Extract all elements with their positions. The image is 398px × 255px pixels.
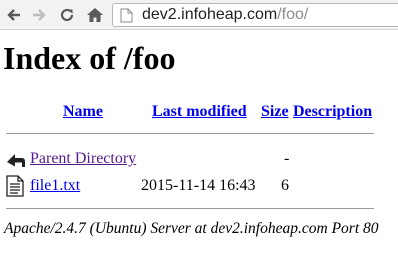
column-header-description[interactable]: Description xyxy=(293,102,372,122)
row-size: - xyxy=(284,150,290,167)
table-divider xyxy=(6,133,374,134)
column-header-last-modified[interactable]: Last modified xyxy=(152,102,247,122)
file-link[interactable]: file1.txt xyxy=(30,176,80,196)
back-folder-icon[interactable] xyxy=(5,149,27,174)
address-bar[interactable]: dev2.infoheap.com/foo/ xyxy=(112,3,398,27)
column-header-size[interactable]: Size xyxy=(261,102,289,122)
back-arrow-icon[interactable] xyxy=(4,5,24,25)
text-file-icon[interactable] xyxy=(6,175,24,202)
reload-icon[interactable] xyxy=(57,5,77,25)
column-header-name[interactable]: Name xyxy=(63,102,103,122)
footer-divider xyxy=(6,208,374,209)
server-signature: Apache/2.4.7 (Ubuntu) Server at dev2.inf… xyxy=(4,220,379,237)
parent-directory-link[interactable]: Parent Directory xyxy=(30,149,136,169)
forward-arrow-icon[interactable] xyxy=(29,5,49,25)
url-text[interactable]: dev2.infoheap.com/foo/ xyxy=(142,6,308,24)
url-path: /foo/ xyxy=(277,6,309,23)
url-host: dev2.infoheap.com xyxy=(142,6,278,23)
home-icon[interactable] xyxy=(85,5,105,25)
row-last-modified: 2015-11-14 16:43 xyxy=(141,177,256,194)
page-title: Index of /foo xyxy=(3,40,176,76)
row-size: 6 xyxy=(281,177,289,194)
browser-toolbar: dev2.infoheap.com/foo/ xyxy=(0,0,398,30)
page-icon xyxy=(120,8,133,28)
